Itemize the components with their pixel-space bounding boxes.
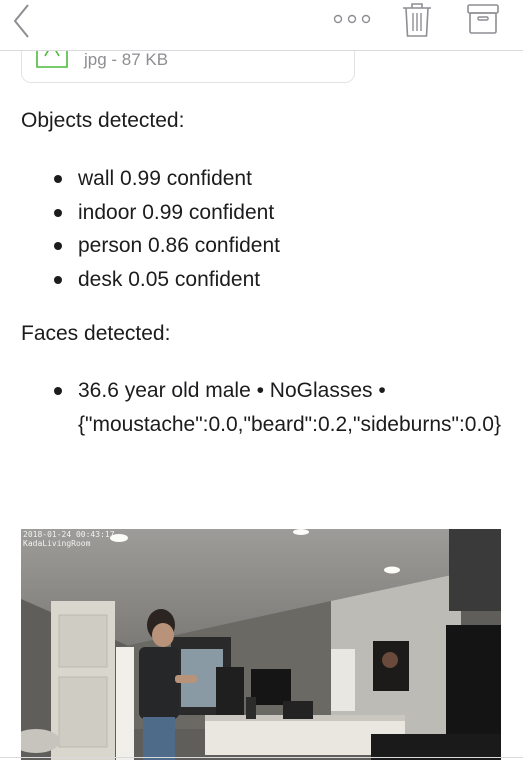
timestamp: 2018-01-24 00:43:17 <box>23 530 115 539</box>
bottom-divider <box>0 757 523 758</box>
list-item: person 0.86 confident <box>22 229 280 263</box>
list-item: 36.6 year old male • NoGlasses • {"moust… <box>22 374 502 442</box>
archive-icon[interactable] <box>466 2 500 36</box>
bullet <box>54 275 62 284</box>
object-label: person 0.86 confident <box>78 234 280 258</box>
face-description: 36.6 year old male • NoGlasses • {"moust… <box>78 379 501 436</box>
attachment-meta: jpg - 87 KB <box>84 50 169 69</box>
chevron-left-icon[interactable] <box>8 2 36 42</box>
object-label: indoor 0.99 confident <box>78 200 275 224</box>
bullet <box>54 208 62 217</box>
bullet <box>54 387 62 395</box>
list-item: wall 0.99 confident <box>22 162 280 196</box>
bullet <box>54 175 62 183</box>
objects-title: Objects detected: <box>21 109 185 132</box>
faces-list: 36.6 year old male • NoGlasses • {"moust… <box>22 374 502 442</box>
top-toolbar <box>0 0 523 51</box>
more-dots-icon[interactable] <box>333 8 371 30</box>
faces-title: Faces detected: <box>21 322 171 345</box>
snapshot-image <box>21 529 501 760</box>
object-label: desk 0.05 confident <box>78 267 261 291</box>
objects-list: wall 0.99 confident indoor 0.99 confiden… <box>22 162 280 296</box>
camera-label: KadaLivingRoom <box>23 539 91 548</box>
camera-overlay: 2018-01-24 00:43:17 KadaLivingRoom <box>23 530 115 548</box>
list-item: indoor 0.99 confident <box>22 196 280 230</box>
trash-icon[interactable] <box>401 2 433 38</box>
list-item: desk 0.05 confident <box>22 263 280 297</box>
bullet <box>54 242 62 251</box>
camera-snapshot[interactable]: 2018-01-24 00:43:17 KadaLivingRoom <box>21 529 501 760</box>
object-label: wall 0.99 confident <box>78 167 252 190</box>
